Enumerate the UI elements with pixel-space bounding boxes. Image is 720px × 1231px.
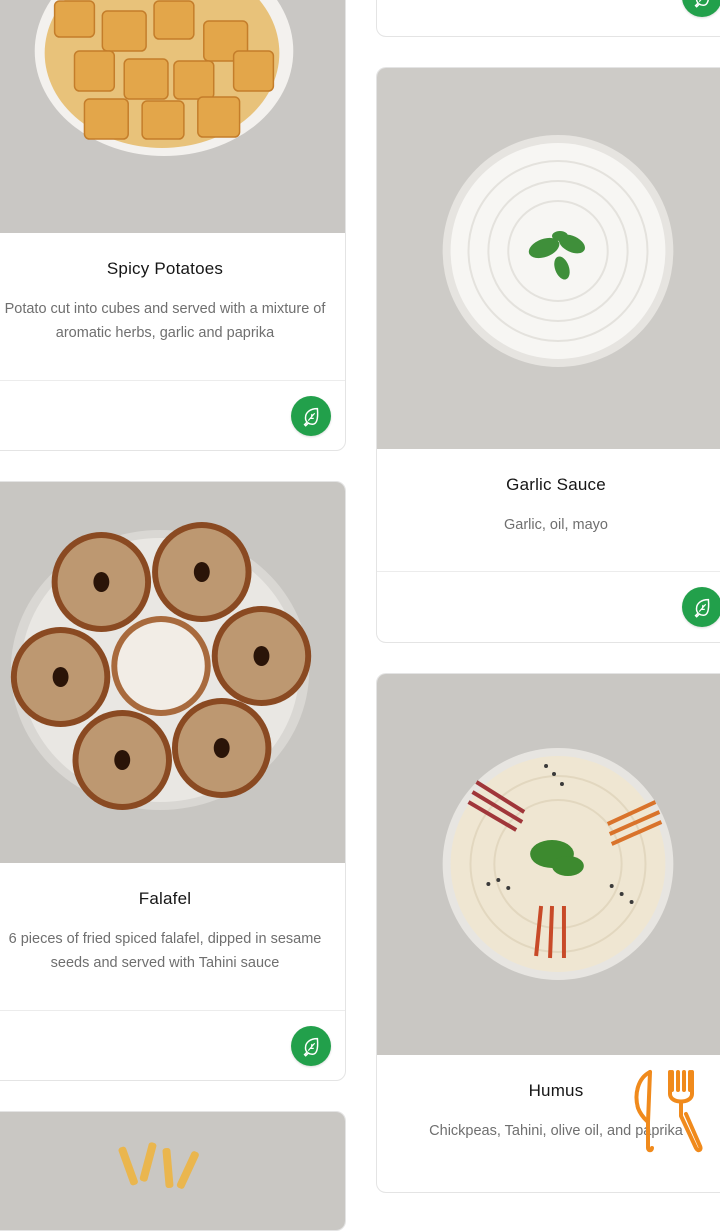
falafel-photo <box>0 482 345 863</box>
vegetarian-badge[interactable] <box>291 1026 331 1066</box>
leaf-icon <box>303 407 319 427</box>
item-title: Falafel <box>138 889 192 908</box>
card-divider <box>0 380 345 381</box>
menu-card-top-right[interactable] <box>376 0 720 37</box>
garlic-sauce-photo <box>377 68 720 449</box>
menu-card-falafel[interactable]: Falafel 6 pieces of fried spiced falafel… <box>0 481 346 1081</box>
menu-card-bottom-left[interactable] <box>0 1111 346 1231</box>
fork-knife-icon <box>634 1070 703 1153</box>
vegetarian-badge[interactable] <box>291 396 331 436</box>
menu-card-spicy-potatoes[interactable]: Spicy Potatoes Potato cut into cubes and… <box>0 0 346 451</box>
vegetarian-badge[interactable] <box>682 0 720 17</box>
spicy-potatoes-photo <box>0 0 345 233</box>
item-description: Potato cut into cubes and served with a … <box>4 301 326 341</box>
leaf-icon <box>694 0 709 8</box>
item-description: 6 pieces of fried spiced falafel, dipped… <box>8 931 322 971</box>
leaf-icon <box>303 1037 319 1057</box>
menu-card-garlic-sauce[interactable]: Garlic Sauce Garlic, oil, mayo <box>376 67 720 643</box>
humus-photo <box>377 674 720 1055</box>
item-description: Garlic, oil, mayo <box>504 517 608 533</box>
fries-photo <box>0 1112 345 1230</box>
card-divider <box>377 571 720 572</box>
floating-menu-button[interactable] <box>628 1064 708 1154</box>
item-title: Garlic Sauce <box>506 475 606 494</box>
item-title: Spicy Potatoes <box>106 259 224 278</box>
vegetarian-badge[interactable] <box>682 587 720 627</box>
leaf-icon <box>694 598 710 618</box>
card-divider <box>0 1010 345 1011</box>
